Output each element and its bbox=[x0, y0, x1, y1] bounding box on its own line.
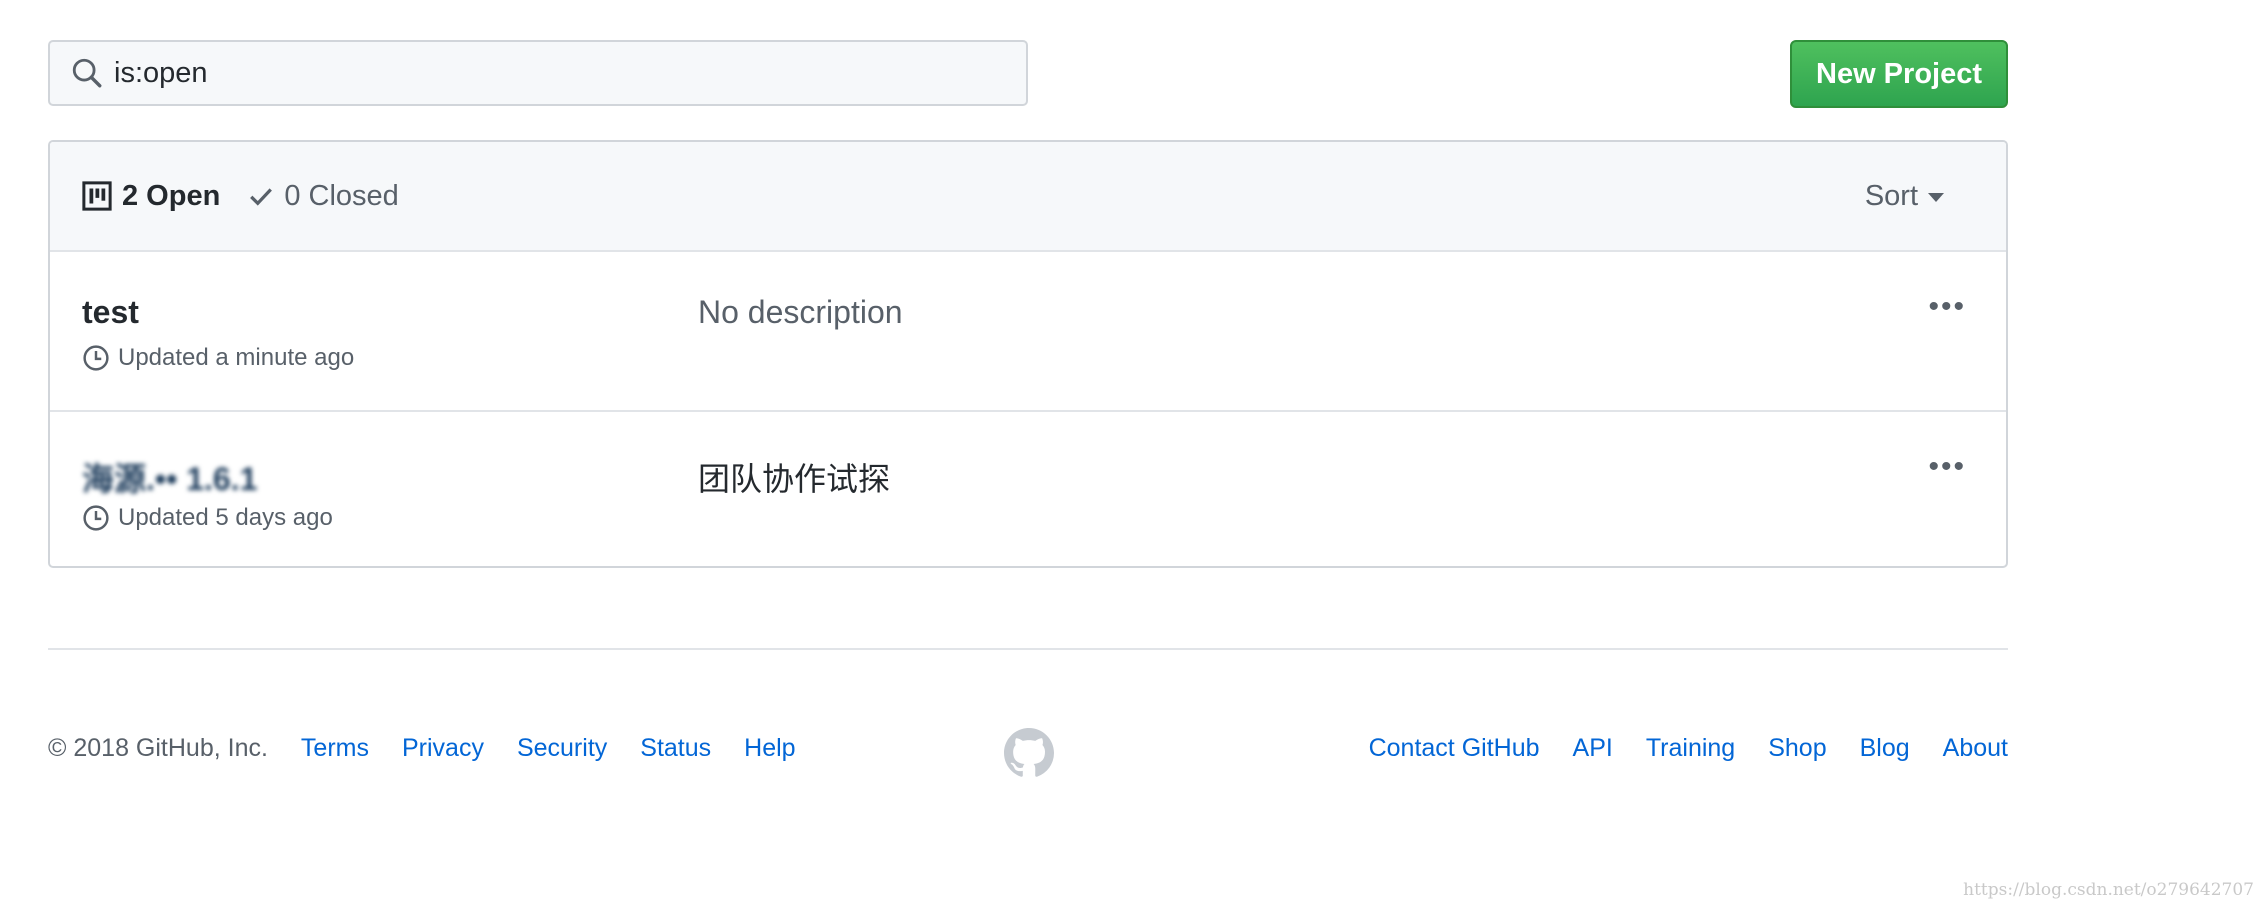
footer-divider bbox=[48, 648, 2008, 650]
clock-icon bbox=[83, 345, 109, 371]
sort-label: Sort bbox=[1864, 179, 1918, 212]
projects-header: 2 Open 0 Closed Sort bbox=[50, 142, 2006, 252]
footer-link-terms[interactable]: Terms bbox=[301, 734, 369, 763]
open-filter-tab[interactable]: 2 Open bbox=[82, 180, 220, 213]
projects-panel: 2 Open 0 Closed Sort test Updated a minu… bbox=[48, 140, 2008, 568]
project-description: No description bbox=[698, 294, 903, 330]
project-name-link[interactable]: 海源.•• 1.6.1 bbox=[82, 454, 257, 500]
footer-link-privacy[interactable]: Privacy bbox=[402, 734, 484, 763]
footer-link-security[interactable]: Security bbox=[517, 734, 607, 763]
closed-count-label: 0 Closed bbox=[284, 179, 399, 212]
github-mark-icon[interactable] bbox=[1004, 728, 1054, 778]
footer-link-contact[interactable]: Contact GitHub bbox=[1369, 734, 1540, 763]
search-input[interactable] bbox=[112, 55, 996, 91]
check-icon bbox=[250, 188, 273, 206]
more-options-icon[interactable]: ••• bbox=[1928, 292, 1966, 322]
project-description: 团队协作试探 bbox=[698, 461, 891, 497]
sort-dropdown[interactable]: Sort bbox=[1865, 142, 1944, 250]
caret-down-icon bbox=[1928, 193, 1944, 202]
footer-link-status[interactable]: Status bbox=[640, 734, 711, 763]
updated-text: Updated 5 days ago bbox=[118, 504, 333, 531]
closed-filter-tab[interactable]: 0 Closed bbox=[248, 179, 399, 213]
footer-link-api[interactable]: API bbox=[1573, 734, 1613, 763]
footer-left: © 2018 GitHub, Inc. Terms Privacy Securi… bbox=[48, 734, 796, 763]
footer-link-help[interactable]: Help bbox=[744, 734, 795, 763]
footer-link-about[interactable]: About bbox=[1943, 734, 2008, 763]
project-row: 海源.•• 1.6.1 Updated 5 days ago 团队协作试探 ••… bbox=[50, 412, 2006, 566]
footer-link-shop[interactable]: Shop bbox=[1768, 734, 1826, 763]
copyright-text: © 2018 GitHub, Inc. bbox=[48, 734, 268, 762]
new-project-button[interactable]: New Project bbox=[1790, 40, 2008, 108]
more-options-icon[interactable]: ••• bbox=[1928, 452, 1966, 482]
search-icon bbox=[72, 58, 102, 88]
footer-link-training[interactable]: Training bbox=[1646, 734, 1735, 763]
project-row: test Updated a minute ago No description… bbox=[50, 252, 2006, 412]
footer-right: Contact GitHub API Training Shop Blog Ab… bbox=[1336, 734, 2008, 763]
updated-text: Updated a minute ago bbox=[118, 344, 355, 371]
project-updated: Updated a minute ago bbox=[82, 344, 354, 372]
project-name-link[interactable]: test bbox=[82, 294, 139, 331]
project-icon bbox=[82, 181, 112, 211]
watermark-text: https://blog.csdn.net/o279642707 bbox=[1963, 880, 2254, 900]
footer-link-blog[interactable]: Blog bbox=[1860, 734, 1910, 763]
clock-icon bbox=[83, 505, 109, 531]
open-count-label: 2 Open bbox=[122, 179, 221, 212]
project-updated: Updated 5 days ago bbox=[82, 504, 333, 532]
search-field[interactable] bbox=[48, 40, 1028, 106]
